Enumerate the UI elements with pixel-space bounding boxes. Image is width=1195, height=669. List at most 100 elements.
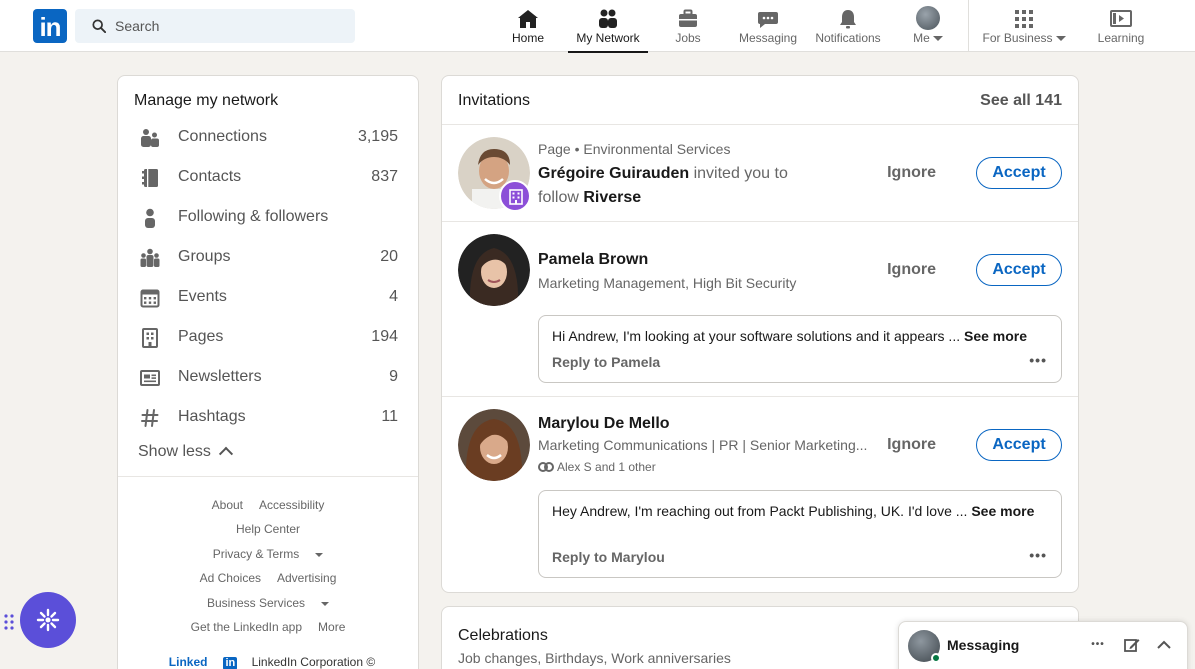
invitation-message: Hey Andrew, I'm reaching out from Packt … <box>538 490 1062 578</box>
search-input[interactable] <box>115 9 345 43</box>
footer-link-get-app[interactable]: Get the LinkedIn app <box>191 620 302 634</box>
nav-home[interactable]: Home <box>505 0 551 52</box>
footer-row-4: Ad Choices Advertising <box>118 571 418 585</box>
sidebar-item-contacts[interactable]: Contacts 837 <box>118 157 418 197</box>
sidebar-item-label: Connections <box>178 128 267 145</box>
wordmark-text: Linked <box>168 655 208 669</box>
ignore-button[interactable]: Ignore <box>887 429 936 461</box>
sidebar-item-connections[interactable]: Connections 3,195 <box>118 117 418 157</box>
celebrations-subtitle: Job changes, Birthdays, Work anniversari… <box>458 650 731 666</box>
sidebar-item-count: 9 <box>389 368 398 385</box>
nav-me-text: Me <box>913 31 930 45</box>
calendar-icon <box>140 289 160 308</box>
accept-button[interactable]: Accept <box>976 157 1062 189</box>
footer-link-business-services-text: Business Services <box>206 596 306 610</box>
compose-icon[interactable] <box>1123 636 1141 654</box>
building-icon <box>142 328 158 348</box>
sidebar-item-label: Contacts <box>178 168 242 185</box>
search-box[interactable] <box>75 9 355 43</box>
sidebar-item-events[interactable]: Events 4 <box>118 277 418 317</box>
footer-link-business-services[interactable]: Business Services <box>199 596 337 610</box>
sidebar-item-groups[interactable]: Groups 20 <box>118 237 418 277</box>
sidebar-item-newsletters[interactable]: Newsletters 9 <box>118 357 418 397</box>
bell-icon <box>840 10 856 29</box>
panel-divider <box>118 476 418 477</box>
more-options-icon[interactable]: ••• <box>1029 352 1047 368</box>
assistant-widget-button[interactable] <box>20 592 76 648</box>
inviter-headline: Marketing Communications | PR | Senior M… <box>538 437 868 453</box>
sidebar-item-label: Newsletters <box>178 368 262 385</box>
linkedin-wordmark: Linked in <box>161 655 245 669</box>
footer-link-privacy-terms-text: Privacy & Terms <box>212 547 300 561</box>
see-all-invitations-link[interactable]: See all 141 <box>980 92 1062 110</box>
nav-learning[interactable]: Learning <box>1093 0 1149 52</box>
footer-copyright: Linked in LinkedIn Corporation © <box>118 655 418 669</box>
reply-link[interactable]: Reply to Pamela <box>552 354 660 370</box>
contacts-book-icon <box>142 169 158 187</box>
footer-link-ad-choices[interactable]: Ad Choices <box>200 571 261 585</box>
invitations-card: Invitations See all 141 Page • Environme… <box>441 75 1079 593</box>
chevron-up-icon[interactable] <box>1155 636 1173 654</box>
mutual-connections-icon <box>538 462 554 472</box>
footer-row-1: About Accessibility <box>118 498 418 512</box>
footer-link-about[interactable]: About <box>212 498 243 512</box>
inviter-name[interactable]: Marylou De Mello <box>538 415 670 433</box>
nav-jobs-label: Jobs <box>675 31 701 45</box>
nav-for-business-text: For Business <box>982 31 1053 45</box>
invitation-message: Hi Andrew, I'm looking at your software … <box>538 315 1062 383</box>
see-more-link[interactable]: See more <box>971 503 1034 519</box>
manage-network-panel: Manage my network Connections 3,195 Cont… <box>117 75 419 669</box>
nav-my-network-label: My Network <box>576 31 640 45</box>
invitation-message-text: Hey Andrew, I'm reaching out from Packt … <box>552 501 1048 521</box>
drag-handle-icon[interactable] <box>4 613 14 631</box>
footer-link-more[interactable]: More <box>318 620 345 634</box>
nav-messaging[interactable]: Messaging <box>735 0 801 52</box>
sidebar-item-label: Hashtags <box>178 408 246 425</box>
footer-link-help-center[interactable]: Help Center <box>236 522 300 536</box>
nav-my-network[interactable]: My Network <box>568 0 648 53</box>
nav-me-label: Me <box>906 31 950 45</box>
chevron-down-icon <box>321 601 330 606</box>
chevron-down-icon <box>1055 36 1066 42</box>
reply-link[interactable]: Reply to Marylou <box>552 549 665 565</box>
nav-me[interactable]: Me <box>906 0 950 52</box>
footer-link-accessibility[interactable]: Accessibility <box>259 498 324 512</box>
company-page-badge <box>499 180 531 212</box>
messaging-overlay[interactable]: Messaging ••• <box>898 621 1188 669</box>
sidebar-item-label: Groups <box>178 248 231 265</box>
people-icon <box>141 129 159 147</box>
sidebar-item-count: 3,195 <box>357 128 398 145</box>
ignore-button[interactable]: Ignore <box>887 157 936 189</box>
nav-jobs[interactable]: Jobs <box>665 0 711 52</box>
sidebar-item-count: 837 <box>371 168 398 185</box>
inviter-name[interactable]: Pamela Brown <box>538 251 648 269</box>
mutual-connections[interactable]: Alex S and 1 other <box>538 460 656 474</box>
nav-for-business[interactable]: For Business <box>978 0 1070 52</box>
invitation-meta: Page • Environmental Services <box>538 141 731 157</box>
footer-row-2: Help Center <box>118 522 418 536</box>
more-options-icon[interactable]: ••• <box>1029 547 1047 563</box>
online-status-dot <box>931 653 941 663</box>
hashtag-icon <box>141 409 159 427</box>
inviter-name[interactable]: Grégoire Guirauden <box>538 165 689 182</box>
accept-button[interactable]: Accept <box>976 429 1062 461</box>
more-options-icon[interactable]: ••• <box>1089 636 1107 654</box>
nav-learning-label: Learning <box>1097 31 1145 45</box>
sidebar-item-pages[interactable]: Pages 194 <box>118 317 418 357</box>
inviter-headline: Marketing Management, High Bit Security <box>538 275 797 291</box>
nav-notifications[interactable]: Notifications <box>811 0 885 52</box>
newsletter-icon <box>140 370 160 386</box>
sidebar-item-following[interactable]: Following & followers <box>118 197 418 237</box>
avatar[interactable] <box>458 409 530 481</box>
footer-link-advertising[interactable]: Advertising <box>277 571 336 585</box>
footer-link-privacy-terms[interactable]: Privacy & Terms <box>205 547 331 561</box>
show-less-toggle[interactable]: Show less <box>138 443 233 461</box>
sidebar-item-hashtags[interactable]: Hashtags 11 <box>118 397 418 437</box>
ignore-button[interactable]: Ignore <box>887 254 936 286</box>
invitation-text: Grégoire Guirauden invited you to follow… <box>538 162 818 210</box>
linkedin-logo[interactable]: in <box>33 9 67 43</box>
see-more-link[interactable]: See more <box>964 328 1027 344</box>
avatar[interactable] <box>458 234 530 306</box>
accept-button[interactable]: Accept <box>976 254 1062 286</box>
page-name-link[interactable]: Riverse <box>583 189 641 206</box>
